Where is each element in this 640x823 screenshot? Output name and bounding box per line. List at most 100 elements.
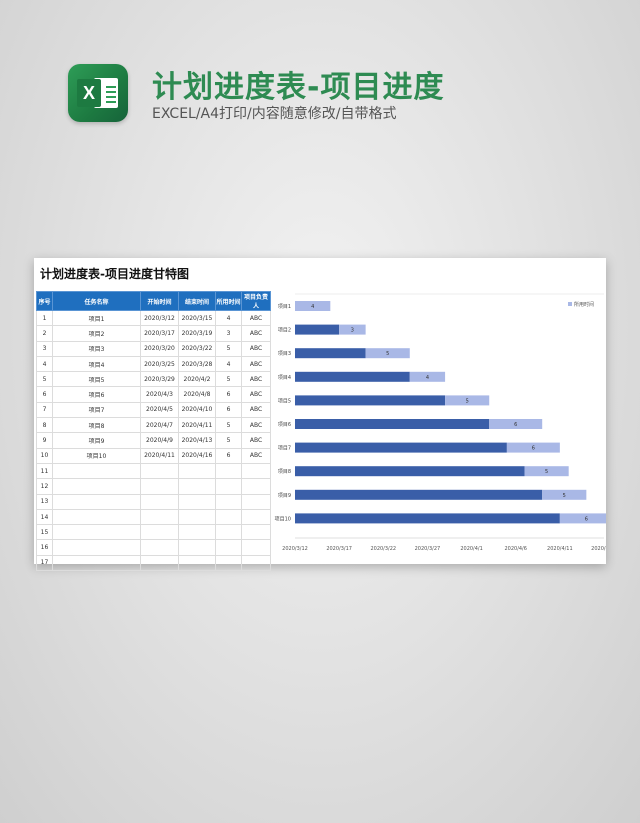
table-cell[interactable]: 2020/4/10 xyxy=(178,401,216,419)
table-cell[interactable]: ABC xyxy=(241,309,271,327)
table-cell[interactable]: 2020/3/17 xyxy=(140,325,179,342)
table-cell[interactable]: 项目3 xyxy=(52,340,141,357)
table-cell[interactable]: ABC xyxy=(241,401,271,419)
table-cell[interactable]: 5 xyxy=(215,417,242,434)
table-cell[interactable] xyxy=(140,508,179,526)
table-cell[interactable] xyxy=(241,554,271,572)
table-cell[interactable]: 6 xyxy=(215,401,242,419)
table-cell[interactable]: 8 xyxy=(36,417,53,434)
table-cell[interactable] xyxy=(140,539,179,556)
table-cell[interactable]: ABC xyxy=(241,417,271,434)
table-cell[interactable]: 2020/4/11 xyxy=(140,447,179,464)
table-cell[interactable]: 13 xyxy=(36,493,53,510)
table-cell[interactable]: 2020/3/15 xyxy=(178,309,216,327)
table-cell[interactable]: 6 xyxy=(215,447,242,464)
table-cell[interactable]: 2 xyxy=(36,325,53,342)
table-cell[interactable]: 2020/4/9 xyxy=(140,432,179,449)
table-cell[interactable] xyxy=(140,493,179,510)
table-cell[interactable] xyxy=(140,524,179,541)
table-cell[interactable] xyxy=(52,478,141,495)
table-cell[interactable]: 4 xyxy=(215,309,242,327)
table-cell[interactable] xyxy=(215,508,242,526)
table-cell[interactable]: 3 xyxy=(36,340,53,357)
table-cell[interactable]: ABC xyxy=(241,340,271,357)
table-cell[interactable]: 项目1 xyxy=(52,309,141,327)
table-cell[interactable] xyxy=(140,554,179,572)
table-cell[interactable]: 15 xyxy=(36,524,53,541)
table-cell[interactable]: 项目6 xyxy=(52,386,141,403)
table-cell[interactable] xyxy=(178,508,216,526)
table-cell[interactable]: 6 xyxy=(36,386,53,403)
table-cell[interactable] xyxy=(215,539,242,556)
table-cell[interactable]: 2020/4/7 xyxy=(140,417,179,434)
table-cell[interactable] xyxy=(215,554,242,572)
table-cell[interactable] xyxy=(241,539,271,556)
table-cell[interactable]: 2020/3/29 xyxy=(140,371,179,388)
col-header-end[interactable]: 结束时间 xyxy=(178,291,216,311)
table-cell[interactable] xyxy=(52,493,141,510)
col-header-index[interactable]: 序号 xyxy=(36,291,53,311)
table-cell[interactable] xyxy=(241,478,271,495)
table-cell[interactable]: 2020/4/11 xyxy=(178,417,216,434)
table-cell[interactable] xyxy=(215,524,242,541)
table-cell[interactable] xyxy=(178,462,216,480)
table-cell[interactable] xyxy=(178,539,216,556)
table-cell[interactable]: 3 xyxy=(215,325,242,342)
table-cell[interactable]: 2020/4/5 xyxy=(140,401,179,419)
table-cell[interactable] xyxy=(178,493,216,510)
table-cell[interactable] xyxy=(215,478,242,495)
table-cell[interactable]: 6 xyxy=(215,386,242,403)
table-cell[interactable] xyxy=(178,524,216,541)
table-cell[interactable] xyxy=(215,493,242,510)
table-cell[interactable] xyxy=(140,462,179,480)
table-cell[interactable]: 5 xyxy=(215,371,242,388)
table-cell[interactable] xyxy=(140,478,179,495)
table-cell[interactable]: 2020/3/12 xyxy=(140,309,179,327)
table-cell[interactable]: 2020/3/25 xyxy=(140,355,179,373)
table-cell[interactable]: 项目9 xyxy=(52,432,141,449)
table-cell[interactable]: 项目10 xyxy=(52,447,141,464)
table-cell[interactable] xyxy=(52,462,141,480)
table-cell[interactable] xyxy=(241,524,271,541)
col-header-owner[interactable]: 项目负责人 xyxy=(241,291,271,311)
table-cell[interactable] xyxy=(52,554,141,572)
table-cell[interactable]: ABC xyxy=(241,432,271,449)
table-cell[interactable]: ABC xyxy=(241,325,271,342)
table-cell[interactable]: 1 xyxy=(36,309,53,327)
table-cell[interactable]: ABC xyxy=(241,355,271,373)
table-cell[interactable]: 项目4 xyxy=(52,355,141,373)
table-cell[interactable]: 5 xyxy=(215,432,242,449)
table-cell[interactable]: 2020/3/28 xyxy=(178,355,216,373)
col-header-start[interactable]: 开始时间 xyxy=(140,291,179,311)
table-cell[interactable] xyxy=(52,508,141,526)
table-cell[interactable]: 项目7 xyxy=(52,401,141,419)
table-cell[interactable] xyxy=(52,524,141,541)
table-cell[interactable]: ABC xyxy=(241,386,271,403)
table-cell[interactable]: 9 xyxy=(36,432,53,449)
table-cell[interactable]: 项目5 xyxy=(52,371,141,388)
table-cell[interactable]: 12 xyxy=(36,478,53,495)
table-cell[interactable]: ABC xyxy=(241,371,271,388)
table-cell[interactable]: 4 xyxy=(215,355,242,373)
table-cell[interactable]: 2020/4/16 xyxy=(178,447,216,464)
table-cell[interactable]: 17 xyxy=(36,554,53,572)
table-cell[interactable]: ABC xyxy=(241,447,271,464)
table-cell[interactable]: 16 xyxy=(36,539,53,556)
table-cell[interactable]: 项目8 xyxy=(52,417,141,434)
table-cell[interactable]: 14 xyxy=(36,508,53,526)
table-cell[interactable]: 项目2 xyxy=(52,325,141,342)
table-cell[interactable] xyxy=(241,462,271,480)
table-cell[interactable]: 5 xyxy=(215,340,242,357)
table-cell[interactable]: 2020/3/20 xyxy=(140,340,179,357)
table-cell[interactable] xyxy=(241,508,271,526)
table-cell[interactable] xyxy=(178,554,216,572)
table-cell[interactable]: 11 xyxy=(36,462,53,480)
table-cell[interactable]: 2020/4/3 xyxy=(140,386,179,403)
table-cell[interactable] xyxy=(215,462,242,480)
table-cell[interactable] xyxy=(178,478,216,495)
table-cell[interactable] xyxy=(52,539,141,556)
table-cell[interactable]: 2020/4/13 xyxy=(178,432,216,449)
table-cell[interactable]: 10 xyxy=(36,447,53,464)
table-cell[interactable]: 2020/4/8 xyxy=(178,386,216,403)
table-cell[interactable] xyxy=(241,493,271,510)
